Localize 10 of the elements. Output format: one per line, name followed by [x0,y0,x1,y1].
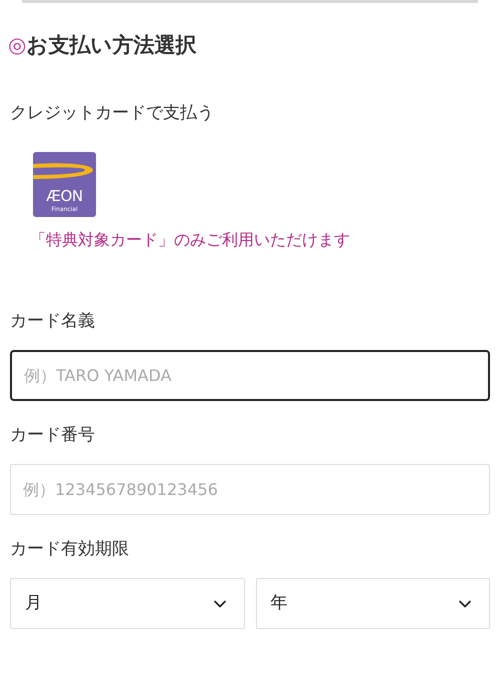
payment-method-label: クレジットカードで支払う [10,102,215,125]
notice-text: 「特典対象カード」のみご利用いただけます [30,229,351,251]
select-field[interactable]: 年 [256,578,490,629]
section-title: ◎お支払い方法選択 [8,32,198,59]
input-field[interactable]: 例）TARO YAMADA [10,350,490,401]
select-field[interactable]: 月 [10,578,244,629]
field-label: カード名義 [10,310,96,333]
field-label: カード有効期限 [10,538,130,561]
logo-text: ÆON [46,188,83,204]
field-label: カード番号 [10,424,96,447]
